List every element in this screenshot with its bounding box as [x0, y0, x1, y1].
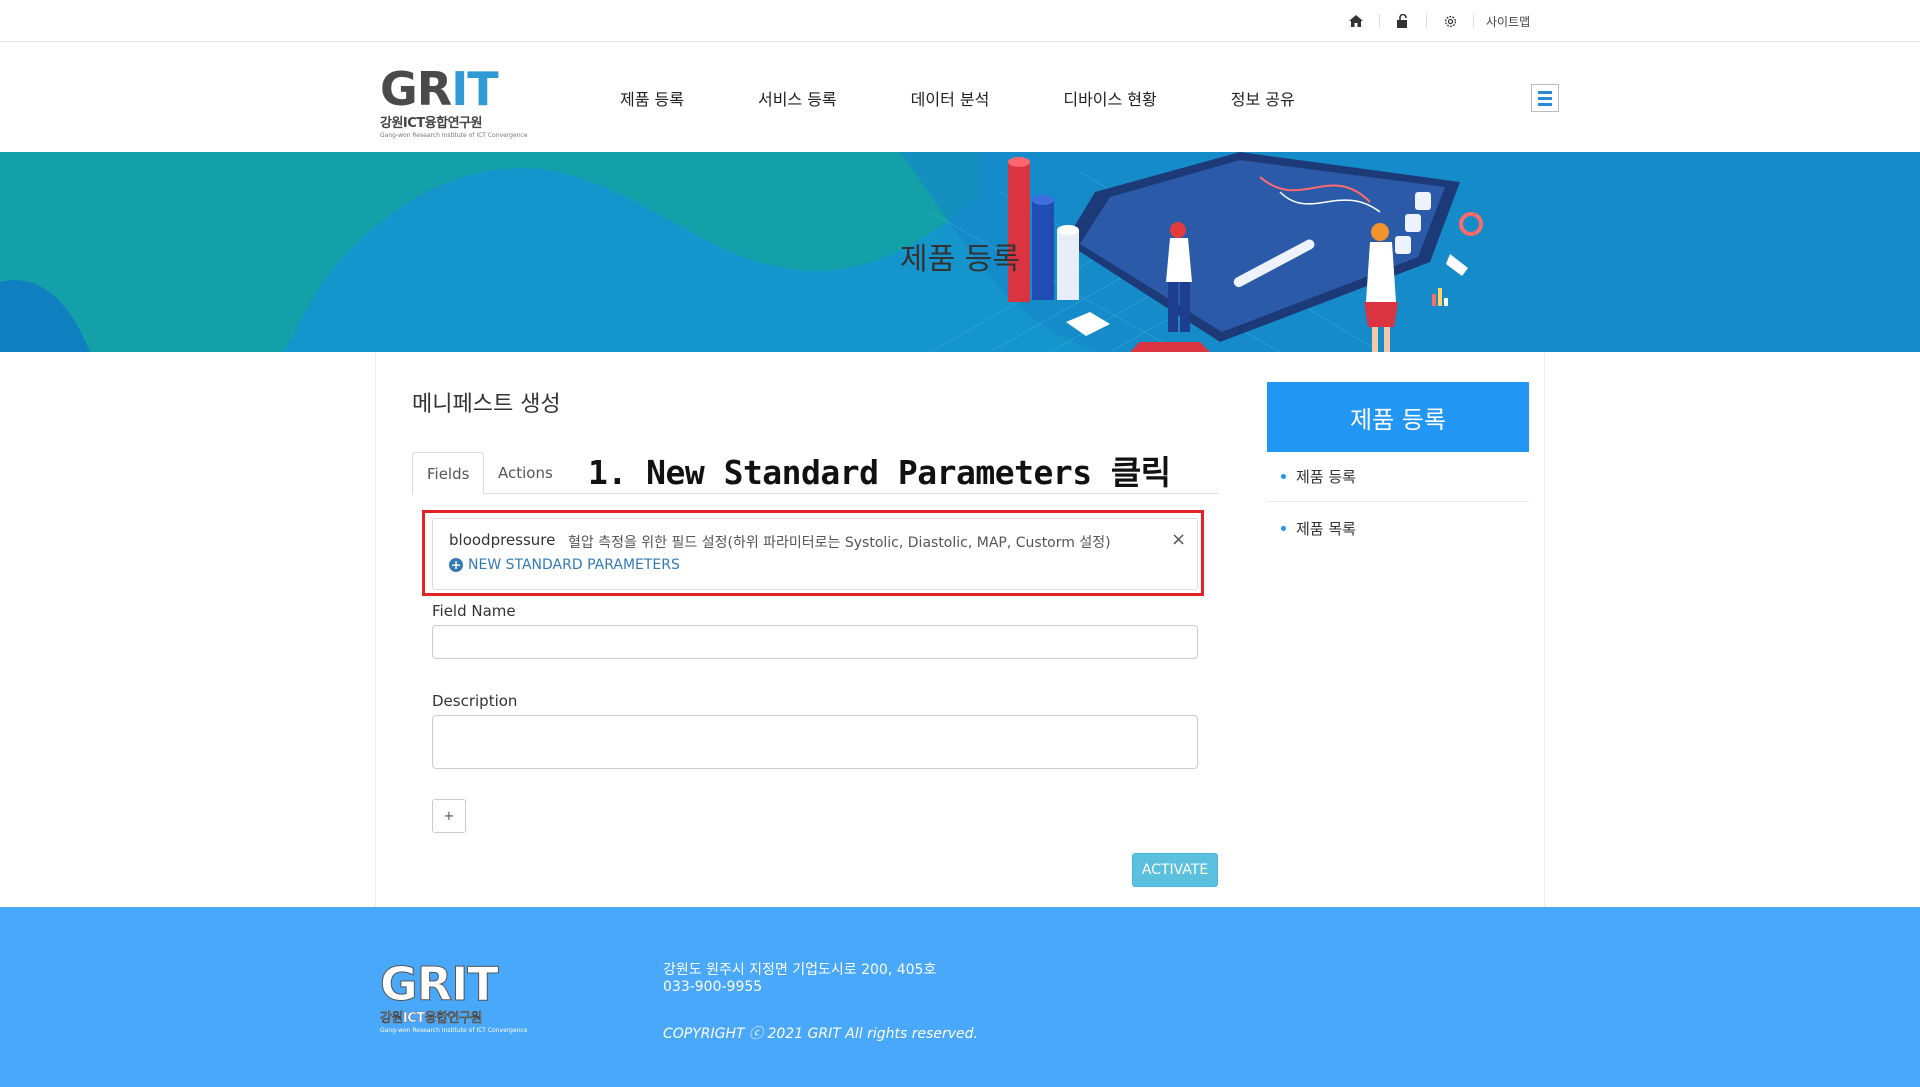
home-icon[interactable]: [1345, 10, 1367, 32]
utility-links: 사이트맵: [1345, 10, 1530, 32]
logo[interactable]: GRIT 강원ICT융합연구원 Gang-won Research Instit…: [380, 62, 528, 139]
nav-item-device-status[interactable]: 디바이스 현황: [1063, 86, 1156, 110]
nav-item-product-register[interactable]: 제품 등록: [620, 86, 684, 110]
sitemap-link[interactable]: 사이트맵: [1486, 13, 1530, 30]
top-utility-bar: 사이트맵: [0, 0, 1920, 42]
logo-wordmark: GRIT: [380, 62, 499, 116]
field-card-description: 혈압 측정을 위한 필드 설정(하위 파라미터로는 Systolic, Dias…: [568, 535, 1111, 551]
header: GRIT 강원ICT융합연구원 Gang-won Research Instit…: [0, 42, 1920, 152]
footer-logo: GRIT 강원ICT융합연구원 Gang-won Research Instit…: [379, 957, 528, 1035]
field-card: bloodpressure 혈압 측정을 위한 필드 설정(하위 파라미터로는 …: [432, 518, 1198, 590]
nav-item-service-register[interactable]: 서비스 등록: [758, 86, 837, 110]
footer-address: 강원도 원주시 지정면 기업도시로 200, 405호: [663, 962, 937, 978]
divider: [1379, 14, 1380, 28]
instruction-annotation: 1. New Standard Parameters 클릭: [588, 453, 1171, 492]
bullet-icon: [1281, 474, 1286, 479]
gear-icon[interactable]: [1439, 10, 1461, 32]
footer-logo-subtitle: 강원ICT융합연구원: [380, 1011, 483, 1026]
logo-subtitle: 강원ICT융합연구원: [380, 116, 482, 131]
tab-actions[interactable]: Actions: [484, 452, 567, 495]
main-nav: 제품 등록 서비스 등록 데이터 분석 디바이스 현황 정보 공유: [620, 86, 1369, 110]
description-textarea[interactable]: [432, 715, 1198, 769]
side-item-label: 제품 목록: [1296, 519, 1356, 538]
field-card-name: bloodpressure: [449, 531, 556, 549]
new-standard-parameters-label: NEW STANDARD PARAMETERS: [468, 557, 680, 573]
nav-item-info-share[interactable]: 정보 공유: [1231, 86, 1295, 110]
close-icon[interactable]: ×: [1171, 529, 1186, 550]
side-nav-title: 제품 등록: [1267, 382, 1529, 452]
page-title: 메니페스트 생성: [412, 392, 561, 417]
footer-copyright: COPYRIGHT ⓒ 2021 GRIT All rights reserve…: [663, 1026, 978, 1042]
nav-item-data-analysis[interactable]: 데이터 분석: [911, 86, 990, 110]
side-item-product-register[interactable]: 제품 등록: [1267, 452, 1529, 502]
new-standard-parameters-link[interactable]: + NEW STANDARD PARAMETERS: [449, 557, 680, 573]
unlock-icon[interactable]: [1392, 10, 1414, 32]
hamburger-menu-icon[interactable]: [1531, 84, 1559, 112]
activate-button[interactable]: ACTIVATE: [1132, 853, 1218, 887]
footer: GRIT 강원ICT융합연구원 Gang-won Research Instit…: [0, 907, 1920, 1087]
field-name-input[interactable]: [432, 625, 1198, 659]
footer-logo-english: Gang-won Research Institute of ICT Conve…: [380, 1027, 528, 1034]
field-name-label: Field Name: [432, 602, 516, 620]
add-field-button[interactable]: +: [432, 799, 466, 833]
side-item-product-list[interactable]: 제품 목록: [1267, 503, 1529, 553]
plus-circle-icon: +: [449, 558, 463, 572]
bullet-icon: [1281, 525, 1286, 531]
footer-phone: 033-900-9955: [663, 979, 763, 995]
page-banner: 제품 등록: [0, 152, 1920, 352]
divider: [1426, 14, 1427, 28]
banner-title: 제품 등록: [900, 242, 1020, 277]
footer-logo-wordmark: GRIT: [379, 957, 499, 1011]
tab-fields[interactable]: Fields: [412, 452, 485, 495]
side-item-label: 제품 등록: [1296, 468, 1356, 486]
description-label: Description: [432, 692, 518, 710]
divider: [1473, 14, 1474, 28]
logo-english: Gang-won Research Institute of ICT Conve…: [380, 132, 528, 139]
